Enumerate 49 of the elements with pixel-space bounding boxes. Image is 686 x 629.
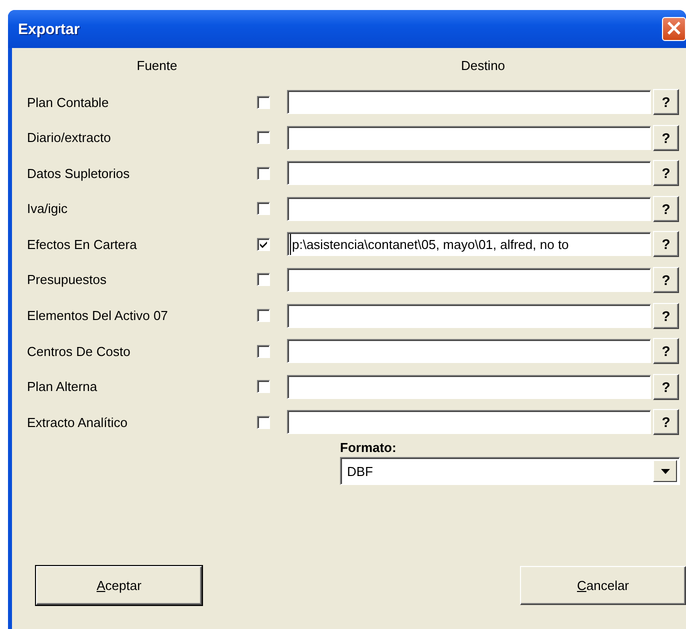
- checkbox[interactable]: [257, 416, 270, 429]
- destination-field[interactable]: p:\asistencia\contanet\05, mayo\01, alfred, no to: [287, 232, 651, 256]
- destination-field[interactable]: [287, 410, 651, 434]
- destination-field[interactable]: [287, 196, 651, 221]
- destination-field[interactable]: [287, 90, 651, 114]
- source-label: Plan Contable: [27, 94, 110, 110]
- browse-button[interactable]: ?: [653, 124, 679, 151]
- browse-button[interactable]: ?: [653, 374, 679, 400]
- destination-field[interactable]: [287, 126, 651, 150]
- checkbox[interactable]: [257, 273, 270, 286]
- checkbox[interactable]: [257, 380, 270, 394]
- source-label: Centros De Costo: [27, 344, 132, 359]
- browse-button[interactable]: ?: [653, 160, 679, 186]
- check-icon: [259, 240, 268, 249]
- browse-button[interactable]: ?: [653, 409, 679, 436]
- destination-field[interactable]: [287, 374, 651, 399]
- checkbox[interactable]: [257, 202, 270, 216]
- checkbox[interactable]: [257, 344, 270, 358]
- dialog-button[interactable]: Aceptar: [36, 566, 202, 605]
- checkbox[interactable]: [257, 96, 270, 108]
- browse-button[interactable]: ?: [653, 89, 679, 115]
- dropdown-arrow-icon: [660, 468, 670, 474]
- source-label: Efectos En Cartera: [27, 236, 138, 252]
- destination-field[interactable]: [287, 339, 651, 364]
- checkbox[interactable]: [257, 166, 270, 180]
- source-label: Extracto Analítico: [27, 414, 128, 430]
- browse-button[interactable]: ?: [653, 196, 679, 222]
- destination-field[interactable]: [287, 268, 651, 292]
- checkbox[interactable]: [257, 238, 270, 251]
- checkbox[interactable]: [257, 131, 270, 144]
- destination-field[interactable]: [287, 161, 651, 186]
- format-dropdown[interactable]: DBF: [340, 457, 680, 486]
- format-label: Formato:: [340, 440, 398, 458]
- source-label: Diario/extracto: [27, 130, 112, 146]
- source-label: Elementos Del Activo 07: [27, 308, 169, 324]
- window-title: Exportar: [18, 20, 80, 38]
- source-label: Datos Supletorios: [27, 166, 131, 181]
- checkbox[interactable]: [257, 309, 270, 322]
- source-label: Presupuestos: [27, 272, 108, 288]
- column-header: Fuente: [136, 58, 178, 72]
- browse-button[interactable]: ?: [653, 338, 679, 364]
- browse-button[interactable]: ?: [653, 266, 679, 293]
- destination-field[interactable]: [287, 304, 651, 328]
- browse-button[interactable]: ?: [653, 231, 679, 258]
- source-label: Iva/igic: [27, 201, 68, 216]
- column-header: Destino: [460, 58, 506, 72]
- dialog-button[interactable]: Cancelar: [520, 566, 686, 605]
- browse-button[interactable]: ?: [653, 302, 679, 329]
- source-label: Plan Alterna: [27, 379, 98, 394]
